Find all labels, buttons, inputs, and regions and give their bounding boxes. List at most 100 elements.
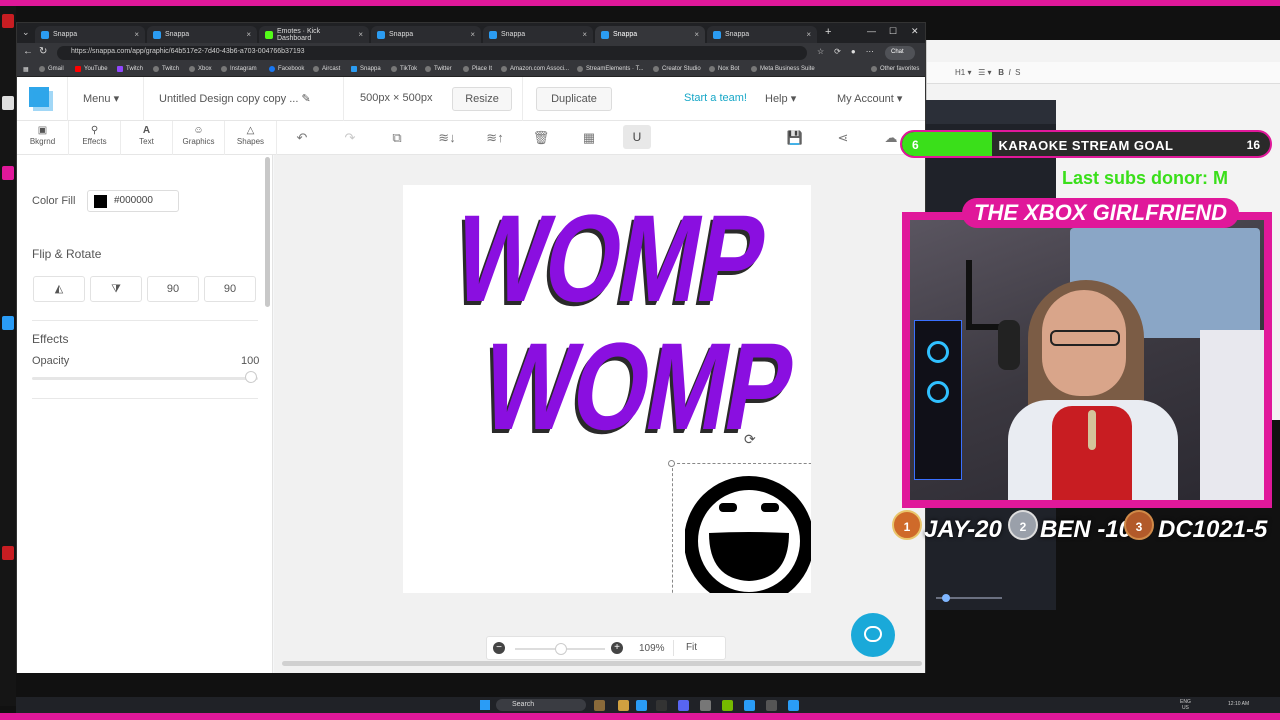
tab-text[interactable]: A Text — [121, 121, 173, 155]
tab-graphics[interactable]: ☺ Graphics — [173, 121, 225, 155]
other-favorites[interactable]: Other favorites — [871, 66, 919, 72]
snap-magnet-icon[interactable]: U — [623, 125, 651, 149]
profile-icon[interactable]: ● — [851, 47, 856, 56]
close-tab-icon[interactable]: × — [694, 30, 699, 39]
clock[interactable]: 12:10 AM — [1228, 701, 1249, 707]
edge-browser-icon[interactable] — [636, 700, 647, 711]
tab-effects[interactable]: ⚲ Effects — [69, 121, 121, 155]
close-tab-icon[interactable]: × — [246, 30, 251, 39]
new-tab-button[interactable]: + — [825, 26, 831, 38]
apps-grid-icon[interactable]: ▦ — [23, 66, 29, 73]
bookmark-meta-business[interactable]: Meta Business Suite — [751, 66, 815, 72]
panel-scrollbar[interactable] — [265, 157, 270, 307]
color-swatch[interactable] — [94, 195, 107, 208]
resize-handle[interactable] — [668, 460, 675, 467]
grid-icon[interactable]: ▦ — [580, 129, 598, 147]
browser-tab[interactable]: Snappa × — [35, 26, 145, 43]
opacity-slider-knob[interactable] — [245, 371, 257, 383]
close-tab-icon[interactable]: × — [358, 30, 363, 39]
chat-button[interactable]: Chat — [885, 46, 915, 60]
maximize-icon[interactable]: ☐ — [889, 26, 897, 37]
taskbar-app-icon[interactable] — [766, 700, 777, 711]
bookmark-snappa[interactable]: Snappa — [351, 66, 381, 72]
pencil-icon[interactable]: ✎ — [301, 93, 310, 105]
zoom-slider-knob[interactable] — [555, 643, 567, 655]
language-indicator[interactable]: ENG US — [1180, 699, 1191, 711]
flip-vertical-button[interactable]: ⧩ — [90, 276, 142, 302]
taskbar-search[interactable]: Search — [496, 699, 586, 711]
snappa-logo[interactable] — [29, 87, 53, 111]
share-icon[interactable]: ⋖ — [834, 129, 852, 147]
design-artboard[interactable]: WOMP WOMP ⟳ — [403, 185, 811, 593]
browser-tab[interactable]: Snappa × — [707, 26, 817, 43]
taskbar-app-icon[interactable] — [722, 700, 733, 711]
taskbar-app-icon[interactable] — [744, 700, 755, 711]
horizontal-scrollbar[interactable] — [282, 661, 922, 666]
browser-tab-active[interactable]: Snappa × — [595, 26, 705, 43]
browser-tab[interactable]: Snappa × — [483, 26, 593, 43]
save-icon[interactable]: 💾 — [786, 129, 804, 147]
tab-shapes[interactable]: △ Shapes — [225, 121, 277, 155]
bookmark-twitter[interactable]: Twitter — [425, 66, 452, 72]
help-menu[interactable]: Help ▾ — [765, 92, 796, 105]
address-bar[interactable]: https://snappa.com/app/graphic/64b517e2-… — [57, 46, 807, 60]
color-fill-input[interactable]: #000000 — [87, 190, 179, 212]
browser-tab[interactable]: Snappa × — [147, 26, 257, 43]
laughing-face-graphic[interactable] — [685, 475, 811, 593]
zoom-out-icon[interactable]: − — [493, 642, 505, 654]
start-team-link[interactable]: Start a team! — [684, 92, 747, 104]
bookmark-creator-studio[interactable]: Creator Studio — [653, 66, 701, 72]
folder-icon[interactable] — [618, 700, 629, 711]
bookmark-aircast[interactable]: Aircast — [313, 66, 340, 72]
back-icon[interactable]: ← — [23, 46, 33, 57]
close-tab-icon[interactable]: × — [134, 30, 139, 39]
reload-icon[interactable]: ↻ — [39, 46, 47, 57]
menu-button[interactable]: Menu ▾ — [83, 92, 119, 105]
bookmark-xbox[interactable]: Xbox — [189, 66, 212, 72]
bookmark-place-it[interactable]: Place It — [463, 66, 492, 72]
flip-horizontal-button[interactable]: ◭ — [33, 276, 85, 302]
close-tab-icon[interactable]: × — [470, 30, 475, 39]
rotate-right-button[interactable]: 90 — [204, 276, 256, 302]
download-cloud-icon[interactable]: ☁ — [882, 129, 900, 147]
bookmark-streamelements[interactable]: StreamElements · T... — [577, 66, 644, 72]
bookmark-twitch-2[interactable]: Twitch — [153, 66, 179, 72]
bookmark-youtube[interactable]: YouTube — [75, 66, 108, 72]
refresh-icon[interactable]: ⟳ — [834, 47, 841, 56]
close-window-icon[interactable]: ✕ — [911, 26, 919, 37]
tab-background[interactable]: ▣ Bkgrnd — [17, 121, 69, 155]
resize-button[interactable]: Resize — [452, 87, 512, 111]
bring-forward-icon[interactable]: ≋↑ — [483, 129, 507, 147]
account-menu[interactable]: My Account ▾ — [837, 92, 902, 105]
undo-icon[interactable]: ↶ — [293, 129, 311, 147]
discord-icon[interactable] — [678, 700, 689, 711]
bookmark-nox-bot[interactable]: Nox Bot — [709, 66, 739, 72]
design-title[interactable]: Untitled Design copy copy ... ✎ — [159, 92, 311, 105]
zoom-in-icon[interactable]: + — [611, 642, 623, 654]
fit-button[interactable]: Fit — [673, 640, 709, 656]
taskbar-app-icon[interactable] — [788, 700, 799, 711]
taskbar-app-icon[interactable] — [594, 700, 605, 711]
rotate-left-button[interactable]: 90 — [147, 276, 199, 302]
minimize-icon[interactable]: — — [867, 26, 876, 36]
bookmark-gmail[interactable]: Gmail — [39, 66, 64, 72]
bookmark-amazon[interactable]: Amazon.com Associ... — [501, 66, 569, 72]
browser-tab[interactable]: Snappa × — [371, 26, 481, 43]
bookmark-twitch[interactable]: Twitch — [117, 66, 143, 72]
send-backward-icon[interactable]: ≋↓ — [435, 129, 459, 147]
browser-tab[interactable]: Emotes · Kick Dashboard × — [259, 26, 369, 43]
extensions-icon[interactable]: ⋯ — [866, 47, 874, 56]
start-windows-icon[interactable] — [480, 700, 490, 710]
bookmark-instagram[interactable]: Instagram — [221, 66, 257, 72]
opacity-slider[interactable] — [32, 377, 258, 380]
womp-text-line-1[interactable]: WOMP — [445, 190, 775, 328]
bookmark-tiktok[interactable]: TikTok — [391, 66, 417, 72]
close-tab-icon[interactable]: × — [806, 30, 811, 39]
trash-icon[interactable]: 🗑 — [532, 129, 550, 147]
close-tab-icon[interactable]: × — [582, 30, 587, 39]
bookmark-facebook[interactable]: Facebook — [269, 66, 304, 72]
taskbar-app-icon[interactable] — [700, 700, 711, 711]
terminal-icon[interactable] — [656, 700, 667, 711]
help-chat-button[interactable] — [851, 613, 895, 657]
duplicate-button[interactable]: Duplicate — [536, 87, 612, 111]
